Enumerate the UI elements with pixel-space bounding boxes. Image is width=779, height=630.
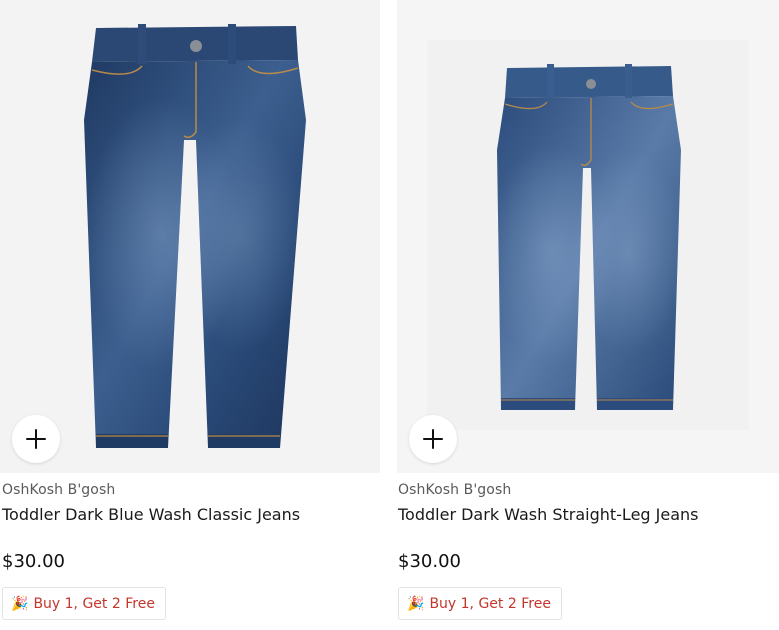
jeans-image	[427, 40, 749, 430]
product-title[interactable]: Toddler Dark Blue Wash Classic Jeans	[2, 505, 300, 524]
promo-text: Buy 1, Get 2 Free	[429, 595, 551, 612]
product-brand: OshKosh B'gosh	[398, 482, 512, 498]
promo-badge[interactable]: 🎉 Buy 1, Get 2 Free	[398, 587, 562, 620]
jeans-image	[84, 24, 306, 448]
promo-badge[interactable]: 🎉 Buy 1, Get 2 Free	[2, 587, 166, 620]
add-to-cart-button[interactable]	[12, 415, 60, 463]
product-image[interactable]	[397, 0, 779, 473]
product-card[interactable]: OshKosh B'gosh Toddler Dark Blue Wash Cl…	[0, 0, 380, 620]
product-brand: OshKosh B'gosh	[2, 482, 116, 498]
product-title[interactable]: Toddler Dark Wash Straight-Leg Jeans	[398, 505, 699, 524]
plus-icon	[423, 429, 443, 449]
party-popper-icon: 🎉	[407, 595, 425, 612]
product-image[interactable]	[0, 0, 380, 473]
promo-text: Buy 1, Get 2 Free	[33, 595, 155, 612]
product-price: $30.00	[398, 551, 461, 572]
add-to-cart-button[interactable]	[409, 415, 457, 463]
product-card[interactable]: OshKosh B'gosh Toddler Dark Wash Straigh…	[397, 0, 779, 620]
product-price: $30.00	[2, 551, 65, 572]
party-popper-icon: 🎉	[11, 595, 29, 612]
plus-icon	[26, 429, 46, 449]
